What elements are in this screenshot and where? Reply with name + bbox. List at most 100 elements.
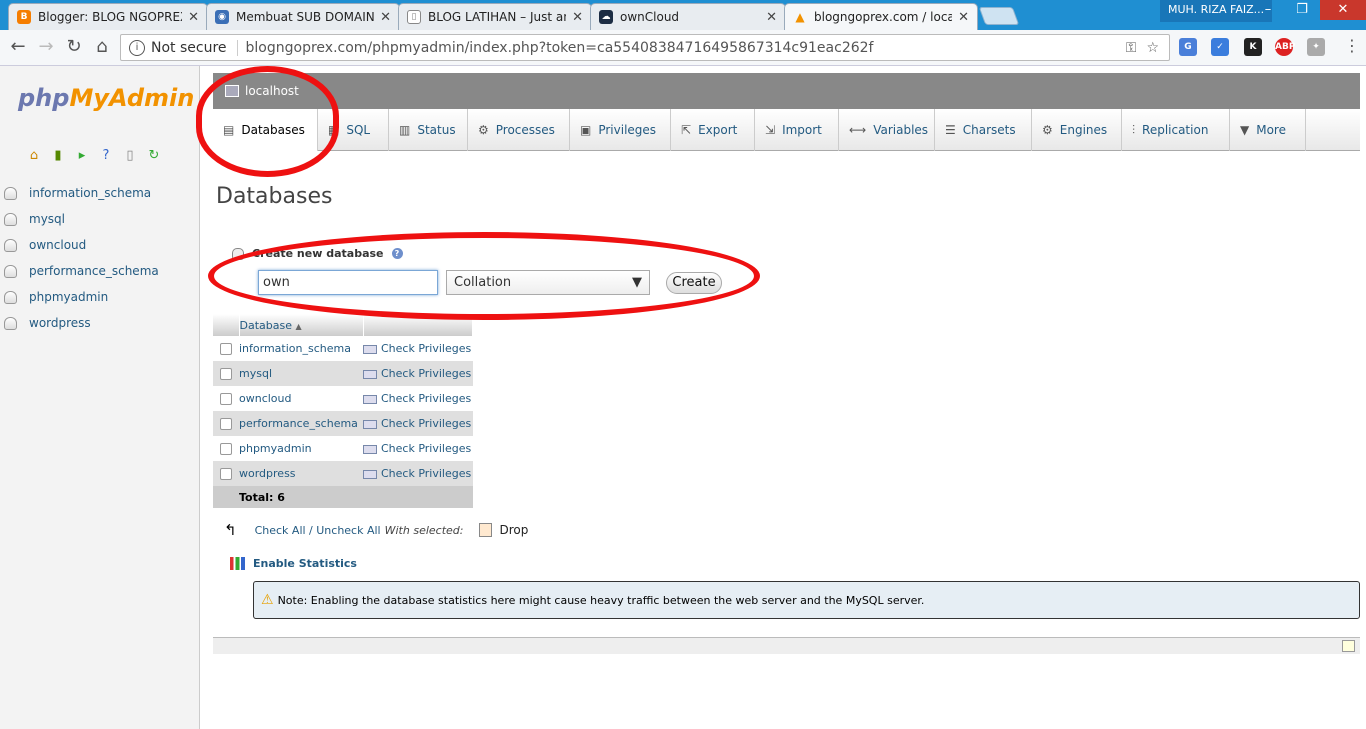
row-checkbox[interactable] [220, 342, 232, 355]
tab-processes[interactable]: ⚙ Processes [468, 109, 570, 151]
row-checkbox[interactable] [220, 417, 232, 430]
console-toggle-icon[interactable] [1342, 640, 1355, 652]
database-column-header[interactable]: Database ▲ [239, 314, 364, 336]
tree-item-label[interactable]: performance_schema [29, 264, 159, 278]
minimize-icon[interactable]: – [1254, 0, 1282, 20]
check-privileges-link[interactable]: Check Privileges [381, 417, 471, 430]
close-icon[interactable]: ✕ [188, 10, 199, 25]
tree-item-label[interactable]: information_schema [29, 186, 151, 200]
help-icon[interactable]: ? [391, 248, 403, 259]
check-extension-icon[interactable]: ✓ [1211, 38, 1229, 56]
row-checkbox[interactable] [220, 392, 232, 405]
enable-statistics-label[interactable]: Enable Statistics [253, 557, 357, 570]
tab-engines[interactable]: ⚙ Engines [1032, 109, 1122, 151]
database-name-input[interactable] [258, 270, 438, 295]
server-link[interactable]: localhost [245, 84, 299, 98]
tab-import[interactable]: ⇲ Import [755, 109, 839, 151]
check-privileges-link[interactable]: Check Privileges [381, 342, 471, 355]
browser-tab[interactable]: B Blogger: BLOG NGOPREX ✕ [8, 3, 208, 30]
nav-icon-bar: ⌂ ▮ ▸ ? ▯ ↻ [26, 148, 162, 164]
drop-button[interactable]: Drop [479, 523, 528, 537]
warning-icon: ⚠ [261, 592, 274, 608]
back-icon[interactable]: ← [6, 36, 30, 57]
statistics-icon [230, 557, 245, 570]
tree-item-label[interactable]: owncloud [29, 238, 86, 252]
column-header-label[interactable]: Database [240, 319, 293, 332]
browser-tab[interactable]: ◉ Membuat SUB DOMAIN ✕ [206, 3, 400, 30]
create-button[interactable]: Create [666, 272, 722, 294]
address-bar[interactable]: i Not secure blogngoprex.com/phpmyadmin/… [120, 34, 1170, 61]
maximize-icon[interactable]: ❐ [1288, 0, 1316, 20]
enable-statistics-link[interactable]: Enable Statistics [230, 557, 357, 570]
pma-logo[interactable]: phpMyAdmin [18, 84, 194, 112]
check-privileges-link[interactable]: Check Privileges [381, 442, 471, 455]
terminal-extension-icon[interactable]: K [1244, 38, 1262, 56]
database-link[interactable]: performance_schema [239, 411, 363, 436]
database-link[interactable]: owncloud [239, 386, 363, 411]
row-checkbox[interactable] [220, 467, 232, 480]
key-icon[interactable]: ⚿ [1126, 40, 1137, 56]
tab-sql[interactable]: ▦ SQL [318, 109, 389, 151]
tab-privileges[interactable]: ▣ Privileges [570, 109, 671, 151]
forward-icon[interactable]: → [34, 36, 58, 57]
documentation-icon[interactable]: ▯ [122, 148, 138, 164]
new-tab-button[interactable] [978, 7, 1020, 25]
browser-tab-active[interactable]: ▲ blogngoprex.com / local ✕ [784, 3, 978, 30]
tree-item-label[interactable]: phpmyadmin [29, 290, 108, 304]
database-link[interactable]: phpmyadmin [239, 436, 363, 461]
tree-item[interactable]: owncloud [4, 232, 159, 258]
not-secure-label: Not secure [151, 39, 227, 56]
tab-charsets[interactable]: ☰ Charsets [935, 109, 1032, 151]
notice-box: ⚠ Note: Enabling the database statistics… [253, 581, 1360, 619]
tree-item-label[interactable]: mysql [29, 212, 65, 226]
tree-item[interactable]: information_schema [4, 180, 159, 206]
browser-menu-icon[interactable]: ⋮ [1344, 36, 1360, 55]
home-icon[interactable]: ⌂ [26, 148, 42, 164]
tab-replication[interactable]: ⫶ Replication [1122, 109, 1230, 151]
database-link[interactable]: information_schema [239, 336, 363, 361]
url-text[interactable]: blogngoprex.com/phpmyadmin/index.php?tok… [246, 40, 1126, 56]
tree-item[interactable]: performance_schema [4, 258, 159, 284]
tree-item-label[interactable]: wordpress [29, 316, 91, 330]
browser-tab[interactable]: ☁ ownCloud ✕ [590, 3, 786, 30]
row-checkbox[interactable] [220, 367, 232, 380]
tree-item[interactable]: wordpress [4, 310, 159, 336]
logout-icon[interactable]: ▮ [50, 148, 66, 164]
row-checkbox[interactable] [220, 442, 232, 455]
reload-nav-icon[interactable]: ↻ [146, 148, 162, 164]
collation-select[interactable]: Collation ▼ [446, 270, 650, 295]
tab-more[interactable]: ▼ More [1230, 109, 1306, 151]
database-link[interactable]: mysql [239, 361, 363, 386]
bookmark-star-icon[interactable]: ☆ [1146, 40, 1159, 56]
tab-databases[interactable]: ▤ Databases [213, 109, 318, 151]
puzzle-extension-icon[interactable]: ✦ [1307, 38, 1325, 56]
check-privileges-link[interactable]: Check Privileges [381, 367, 471, 380]
query-window-icon[interactable]: ▸ [74, 148, 90, 164]
translate-extension-icon[interactable]: G [1179, 38, 1197, 56]
tree-item[interactable]: phpmyadmin [4, 284, 159, 310]
check-all-link[interactable]: Check All / Uncheck All [255, 524, 381, 537]
create-db-heading: Create new database ? [232, 247, 403, 260]
home-icon[interactable]: ⌂ [90, 36, 114, 57]
close-icon[interactable]: ✕ [380, 10, 391, 25]
tab-variables[interactable]: ⟷ Variables [839, 109, 935, 151]
tab-status[interactable]: ▥ Status [389, 109, 468, 151]
help-icon[interactable]: ? [98, 148, 114, 164]
close-icon[interactable]: ✕ [766, 10, 777, 25]
top-menu: ▤ Databases ▦ SQL ▥ Status ⚙ Processes ▣ Priv… [213, 109, 1360, 151]
tab-label: Processes [495, 123, 555, 137]
close-icon[interactable]: ✕ [572, 10, 583, 25]
check-privileges-link[interactable]: Check Privileges [381, 467, 471, 480]
window-close-icon[interactable]: ✕ [1320, 0, 1366, 20]
adblock-extension-icon[interactable]: ABP [1275, 38, 1295, 56]
collation-value: Collation [454, 275, 512, 290]
variables-icon: ⟷ [849, 123, 867, 137]
database-link[interactable]: wordpress [239, 461, 363, 486]
tree-item[interactable]: mysql [4, 206, 159, 232]
browser-tab[interactable]: ▯ BLOG LATIHAN – Just an ✕ [398, 3, 592, 30]
reload-icon[interactable]: ↻ [62, 36, 86, 57]
check-privileges-link[interactable]: Check Privileges [381, 392, 471, 405]
info-icon[interactable]: i [129, 39, 145, 56]
tab-export[interactable]: ⇱ Export [671, 109, 755, 151]
close-icon[interactable]: ✕ [958, 10, 969, 25]
